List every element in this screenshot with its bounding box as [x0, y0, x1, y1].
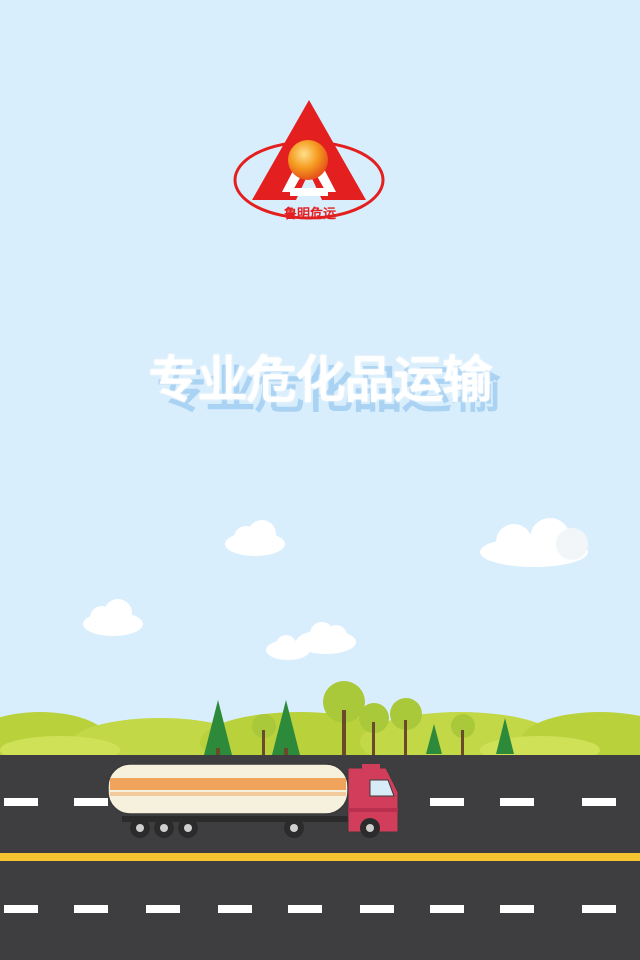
lane-marking	[582, 905, 616, 913]
lane-marking	[4, 798, 38, 806]
logo-brand-text: 鲁明危运	[284, 206, 336, 222]
lane-marking	[4, 905, 38, 913]
landscape	[0, 681, 640, 760]
lane-marking	[582, 798, 616, 806]
lane-marking	[500, 905, 534, 913]
cloud	[480, 518, 588, 567]
lumingweiyun-logo: 鲁明危运	[230, 98, 388, 224]
lane-marking	[360, 905, 394, 913]
cloud	[266, 622, 356, 660]
lane-marking	[218, 905, 252, 913]
lane-marking	[430, 905, 464, 913]
lane-marking	[430, 798, 464, 806]
slogan-text: 专业危化品运输	[148, 351, 493, 409]
cloud	[225, 520, 285, 556]
center-line	[0, 853, 640, 861]
lane-marking	[74, 905, 108, 913]
tanker-truck-illustration	[107, 763, 399, 838]
lane-marking	[146, 905, 180, 913]
lane-marking	[500, 798, 534, 806]
lane-marking	[74, 798, 108, 806]
cloud	[83, 599, 143, 636]
lane-marking	[288, 905, 322, 913]
